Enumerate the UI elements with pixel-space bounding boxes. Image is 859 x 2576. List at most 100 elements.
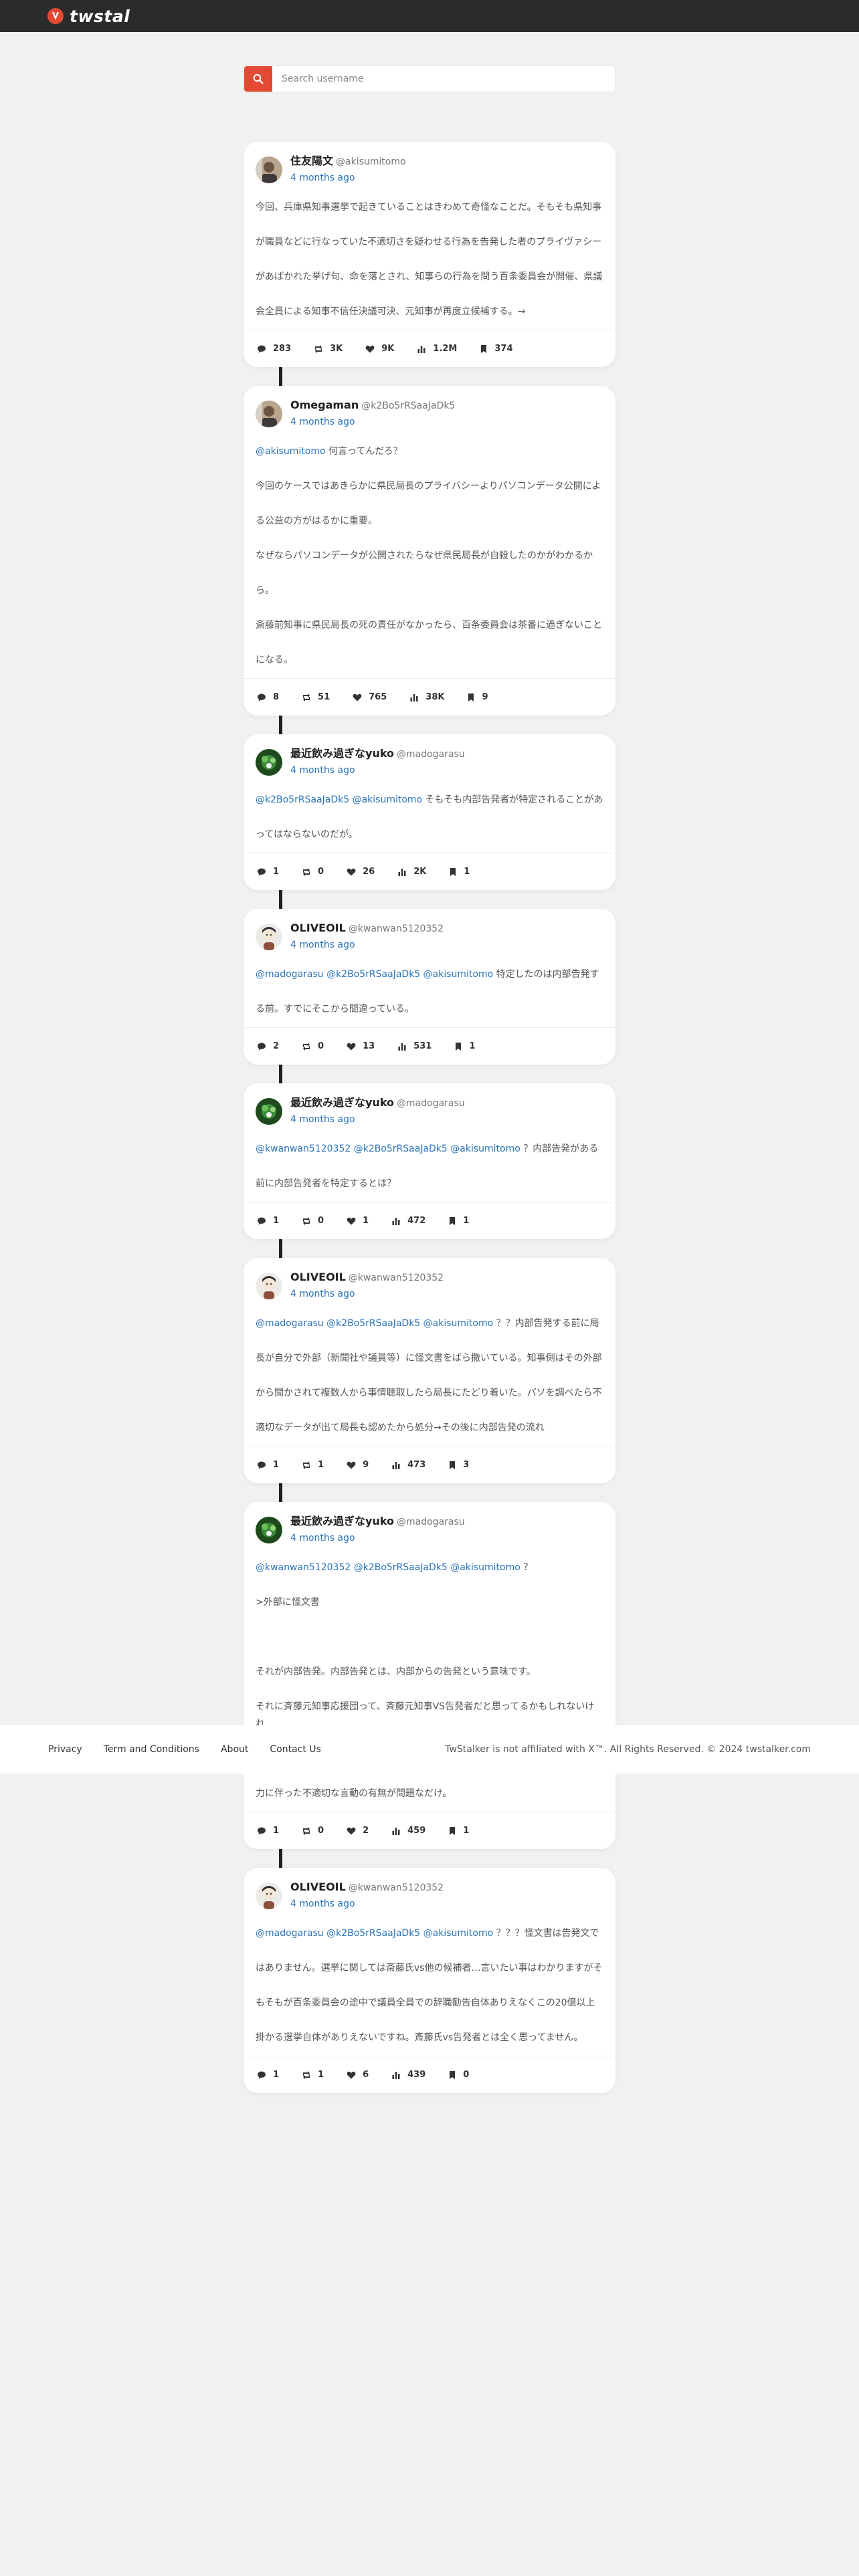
stat-retweets[interactable]: 0 <box>302 1216 324 1226</box>
tweet-time[interactable]: 4 months ago <box>290 169 406 187</box>
site-logo[interactable]: twstal <box>47 5 130 27</box>
avatar[interactable] <box>256 924 282 950</box>
tweet-mentions[interactable]: @madogarasu @k2Bo5rRSaaJaDk5 @akisumitom… <box>256 1928 493 1939</box>
stat-likes[interactable]: 1 <box>347 1216 369 1226</box>
tweet-card[interactable]: OLIVEOIL @kwanwan5120352 4 months ago @ma… <box>244 909 615 1065</box>
stat-views[interactable]: 531 <box>397 1041 432 1051</box>
tweet-mentions[interactable]: @kwanwan5120352 @k2Bo5rRSaaJaDk5 @akisum… <box>256 1562 520 1573</box>
search-bar <box>244 66 615 92</box>
tweet-thread: 住友陽文 @akisumitomo 4 months ago 今回、兵庫県知事選挙… <box>244 142 615 2093</box>
display-name[interactable]: 最近飲み過ぎなyuko <box>290 1096 394 1109</box>
tweet-card[interactable]: Omegaman @k2Bo5rRSaaJaDk5 4 months ago @a… <box>244 386 615 716</box>
user-handle[interactable]: @madogarasu <box>397 1517 465 1527</box>
avatar[interactable] <box>256 749 282 776</box>
stat-likes[interactable]: 2 <box>347 1826 369 1836</box>
stat-likes[interactable]: 13 <box>347 1041 375 1051</box>
stat-replies[interactable]: 283 <box>257 344 291 354</box>
tweet-time[interactable]: 4 months ago <box>290 1285 444 1303</box>
footer-link-about[interactable]: About <box>221 1744 248 1755</box>
stat-bookmarks[interactable]: 9 <box>467 692 488 702</box>
tweet-body: @madogarasu @k2Bo5rRSaaJaDk5 @akisumitom… <box>244 1913 615 2056</box>
stat-retweets[interactable]: 51 <box>302 692 330 702</box>
tweet-mentions[interactable]: @madogarasu @k2Bo5rRSaaJaDk5 @akisumitom… <box>256 1318 493 1329</box>
tweet-mentions[interactable]: @madogarasu @k2Bo5rRSaaJaDk5 @akisumitom… <box>256 969 493 980</box>
avatar[interactable] <box>256 1883 282 1909</box>
avatar[interactable] <box>256 1273 282 1299</box>
stat-views[interactable]: 459 <box>391 1826 425 1836</box>
stat-replies[interactable]: 8 <box>257 692 279 702</box>
tweet-mentions[interactable]: @k2Bo5rRSaaJaDk5 @akisumitomo <box>256 794 422 805</box>
site-footer: Privacy Term and Conditions About Contac… <box>0 1725 859 1774</box>
avatar[interactable] <box>256 1098 282 1125</box>
tweet-card[interactable]: OLIVEOIL @kwanwan5120352 4 months ago @ma… <box>244 1868 615 2093</box>
user-handle[interactable]: @k2Bo5rRSaaJaDk5 <box>361 401 455 411</box>
tweet-time[interactable]: 4 months ago <box>290 1111 465 1128</box>
stat-replies[interactable]: 2 <box>257 1041 279 1051</box>
display-name[interactable]: 最近飲み過ぎなyuko <box>290 747 394 760</box>
stat-retweets[interactable]: 0 <box>302 1826 324 1836</box>
stat-bookmarks[interactable]: 1 <box>448 1216 469 1226</box>
user-handle[interactable]: @madogarasu <box>397 749 465 760</box>
user-handle[interactable]: @kwanwan5120352 <box>349 924 444 934</box>
search-input[interactable] <box>272 66 615 92</box>
tweet-mentions[interactable]: @kwanwan5120352 @k2Bo5rRSaaJaDk5 @akisum… <box>256 1144 520 1154</box>
stat-replies[interactable]: 1 <box>257 867 279 877</box>
display-name[interactable]: OLIVEOIL <box>290 1271 346 1283</box>
stat-views[interactable]: 439 <box>391 2070 425 2080</box>
search-button[interactable] <box>244 66 272 92</box>
tweet-card[interactable]: 最近飲み過ぎなyuko @madogarasu 4 months ago @k2B… <box>244 734 615 890</box>
stat-replies[interactable]: 1 <box>257 1826 279 1836</box>
display-name[interactable]: OLIVEOIL <box>290 922 346 934</box>
tweet-time[interactable]: 4 months ago <box>290 762 465 779</box>
avatar[interactable] <box>256 156 282 183</box>
user-handle[interactable]: @kwanwan5120352 <box>349 1273 444 1283</box>
stat-bookmarks[interactable]: 1 <box>449 867 470 877</box>
stat-likes[interactable]: 9K <box>365 344 394 354</box>
tweet-card[interactable]: 住友陽文 @akisumitomo 4 months ago 今回、兵庫県知事選挙… <box>244 142 615 367</box>
tweet-mentions[interactable]: @akisumitomo <box>256 446 326 457</box>
stat-retweets[interactable]: 1 <box>302 1460 324 1470</box>
display-name[interactable]: 住友陽文 <box>290 154 333 167</box>
display-name[interactable]: 最近飲み過ぎなyuko <box>290 1515 394 1527</box>
stat-retweets[interactable]: 1 <box>302 2070 324 2080</box>
stat-replies[interactable]: 1 <box>257 1216 279 1226</box>
stat-bookmarks[interactable]: 3 <box>448 1460 469 1470</box>
stat-likes[interactable]: 9 <box>347 1460 369 1470</box>
tweet-time[interactable]: 4 months ago <box>290 1529 465 1547</box>
stat-retweets[interactable]: 0 <box>302 867 324 877</box>
footer-link-terms[interactable]: Term and Conditions <box>104 1744 199 1755</box>
footer-link-privacy[interactable]: Privacy <box>48 1744 82 1755</box>
tweet-card[interactable]: 最近飲み過ぎなyuko @madogarasu 4 months ago @kwa… <box>244 1502 615 1849</box>
user-handle[interactable]: @madogarasu <box>397 1098 465 1109</box>
tweet-card[interactable]: OLIVEOIL @kwanwan5120352 4 months ago @ma… <box>244 1258 615 1483</box>
stat-retweets[interactable]: 3K <box>314 344 343 354</box>
stat-replies[interactable]: 1 <box>257 2070 279 2080</box>
stat-likes[interactable]: 765 <box>353 692 387 702</box>
user-handle[interactable]: @akisumitomo <box>336 156 406 167</box>
footer-link-contact[interactable]: Contact Us <box>270 1744 320 1755</box>
tweet-time[interactable]: 4 months ago <box>290 413 455 431</box>
stat-replies[interactable]: 1 <box>257 1460 279 1470</box>
tweet-time[interactable]: 4 months ago <box>290 1895 444 1913</box>
stat-likes[interactable]: 6 <box>347 2070 369 2080</box>
stat-bookmarks[interactable]: 1 <box>448 1826 469 1836</box>
stat-views[interactable]: 38K <box>409 692 444 702</box>
display-name[interactable]: OLIVEOIL <box>290 1881 346 1893</box>
stat-views[interactable]: 472 <box>391 1216 425 1226</box>
reply-icon <box>258 693 266 701</box>
display-name[interactable]: Omegaman <box>290 399 359 411</box>
stat-retweets[interactable]: 0 <box>302 1041 324 1051</box>
stat-views[interactable]: 2K <box>397 867 426 877</box>
tweet-time[interactable]: 4 months ago <box>290 936 444 954</box>
tweet-card[interactable]: 最近飲み過ぎなyuko @madogarasu 4 months ago @kwa… <box>244 1083 615 1239</box>
avatar[interactable] <box>256 1517 282 1543</box>
avatar[interactable] <box>256 401 282 427</box>
stat-views[interactable]: 473 <box>391 1460 425 1470</box>
stat-bookmarks[interactable]: 374 <box>480 344 513 354</box>
stat-likes[interactable]: 26 <box>347 867 375 877</box>
stat-bookmarks[interactable]: 0 <box>448 2070 469 2080</box>
stat-bookmarks[interactable]: 1 <box>454 1041 475 1051</box>
views-icon <box>398 1043 406 1051</box>
user-handle[interactable]: @kwanwan5120352 <box>349 1883 444 1893</box>
stat-views[interactable]: 1.2M <box>417 344 457 354</box>
